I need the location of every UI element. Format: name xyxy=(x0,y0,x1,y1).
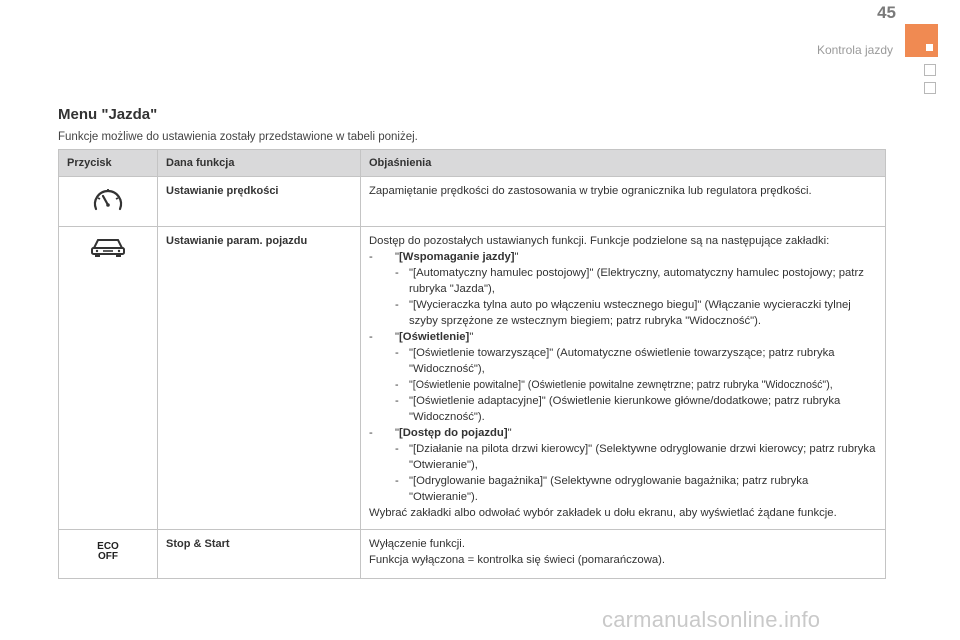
list-item: - "[Odryglowanie bagażnika]" (Selektywne … xyxy=(395,475,809,503)
chapter-tab xyxy=(924,64,936,76)
chapter-tab xyxy=(924,82,936,94)
tab-name: [Oświetlenie] xyxy=(399,331,470,343)
functions-table: Przycisk Dana funkcja Objaśnienia Ustawi… xyxy=(58,149,886,579)
column-header: Dana funkcja xyxy=(157,149,361,177)
tab-entry: - "[Oświetlenie]" xyxy=(369,331,474,343)
table-header-row: Przycisk Dana funkcja Objaśnienia xyxy=(58,149,886,177)
tab-entry: - "[Dostęp do pojazdu]" xyxy=(369,427,512,439)
list-item: - "[Działanie na pilota drzwi kierowcy]" … xyxy=(395,443,876,471)
tab-marker-icon xyxy=(926,44,933,51)
section-title: Menu "Jazda" xyxy=(58,106,158,123)
tab-name: [Dostęp do pojazdu] xyxy=(399,427,508,439)
button-cell xyxy=(58,176,158,227)
description: Dostęp do pozostałych ustawianych funkcj… xyxy=(360,226,886,530)
table-row: Ustawianie param. pojazdu Dostęp do pozo… xyxy=(58,226,886,530)
function-name: Ustawianie prędkości xyxy=(157,176,361,227)
list-item: - "[Oświetlenie powitalne]" (Oświetlenie … xyxy=(395,379,833,391)
chapter-title: Kontrola jazdy xyxy=(816,43,893,57)
description-footer: Wybrać zakładki albo odwołać wybór zakła… xyxy=(369,507,837,519)
watermark: carmanualsonline.info xyxy=(602,607,821,632)
list-item: - "[Automatyczny hamulec postojowy]" (Ele… xyxy=(395,267,864,295)
description-line: Funkcja wyłączona = kontrolka się świeci… xyxy=(369,554,666,566)
button-cell xyxy=(58,226,158,530)
speedometer-icon xyxy=(93,189,123,211)
eco-off-icon: ECO OFF xyxy=(97,541,119,562)
section-intro: Funkcje możliwe do ustawienia zostały pr… xyxy=(58,131,418,143)
tab-entry: - "[Wspomaganie jazdy]" xyxy=(369,251,519,263)
chapter-tab-active xyxy=(905,24,938,57)
description: Wyłączenie funkcji. Funkcja wyłączona = … xyxy=(360,529,886,579)
list-item: - "[Wycieraczka tylna auto po włączeniu w… xyxy=(395,299,851,327)
table-row: Ustawianie prędkości Zapamiętanie prędko… xyxy=(58,176,886,227)
list-item: - "[Oświetlenie adaptacyjne]" (Oświetleni… xyxy=(395,395,841,423)
page-number: 45 xyxy=(877,3,896,22)
description-line: Wyłączenie funkcji. xyxy=(369,538,465,550)
description: Zapamiętanie prędkości do zastosowania w… xyxy=(360,176,886,227)
car-icon xyxy=(91,239,125,257)
column-header: Przycisk xyxy=(58,149,158,177)
tab-name: [Wspomaganie jazdy] xyxy=(399,251,515,263)
column-header: Objaśnienia xyxy=(360,149,886,177)
button-cell: ECO OFF xyxy=(58,529,158,579)
table-row: ECO OFF Stop & Start Wyłączenie funkcji.… xyxy=(58,529,886,579)
list-item: - "[Oświetlenie towarzyszące]" (Automatyc… xyxy=(395,347,835,375)
function-name: Ustawianie param. pojazdu xyxy=(157,226,361,530)
description-intro: Dostęp do pozostałych ustawianych funkcj… xyxy=(369,235,830,247)
function-name: Stop & Start xyxy=(157,529,361,579)
